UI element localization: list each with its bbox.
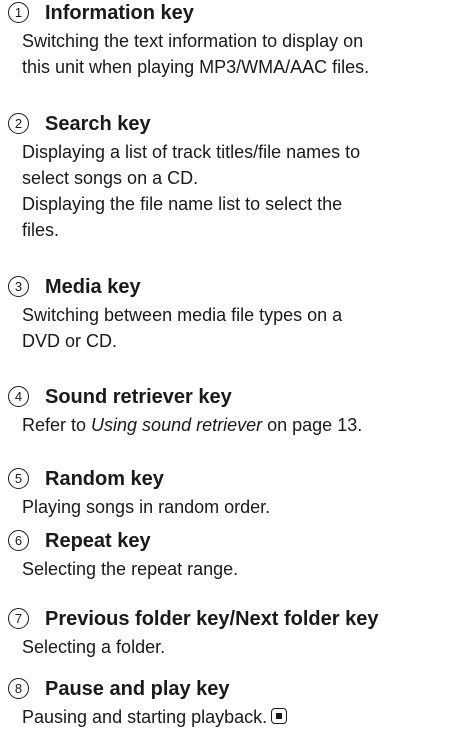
item-description-line: Switching between media file types on a bbox=[22, 305, 343, 325]
item-title: Repeat key bbox=[45, 530, 151, 552]
item-number-badge: 6 bbox=[8, 530, 29, 551]
item-description-line: this unit when playing MP3/WMA/AAC files… bbox=[22, 57, 370, 77]
item-description-line: Selecting the repeat range. bbox=[22, 559, 239, 579]
item-number-badge: 4 bbox=[8, 386, 29, 407]
item-number-badge: 2 bbox=[8, 113, 29, 134]
item-description-line: Displaying the file name list to select … bbox=[22, 194, 343, 214]
item-description-line: Displaying a list of track titles/file n… bbox=[22, 142, 361, 162]
item-number-badge: 3 bbox=[8, 276, 29, 297]
item-description-line: Pausing and starting playback. bbox=[22, 704, 459, 730]
list-item-folder-key: 7 Previous folder key/Next folder key Se… bbox=[0, 606, 459, 660]
reference-suffix: on page 13. bbox=[262, 415, 363, 435]
list-item-media-key: 3 Media key Switching between media file… bbox=[0, 274, 459, 354]
list-item-sound-retriever-key: 4 Sound retriever key Refer to Using sou… bbox=[0, 384, 459, 438]
list-item-information-key: 1 Information key Switching the text inf… bbox=[0, 0, 459, 80]
item-title: Information key bbox=[45, 2, 194, 24]
list-item-search-key: 2 Search key Displaying a list of track … bbox=[0, 111, 459, 243]
end-of-section-icon bbox=[271, 708, 288, 724]
list-item-pause-play-key: 8 Pause and play key Pausing and startin… bbox=[0, 676, 459, 730]
item-title: Random key bbox=[45, 468, 164, 490]
item-description-line: files. bbox=[22, 220, 60, 240]
item-title: Search key bbox=[45, 113, 151, 135]
key-descriptions: 1 Information key Switching the text inf… bbox=[0, 0, 459, 730]
item-number-badge: 1 bbox=[8, 2, 29, 23]
item-number-badge: 5 bbox=[8, 468, 29, 489]
item-title: Sound retriever key bbox=[45, 386, 232, 408]
reference-prefix: Refer to bbox=[22, 415, 92, 435]
reference-link-title[interactable]: Using sound retriever bbox=[91, 415, 262, 435]
item-description-line: Refer to Using sound retriever on page 1… bbox=[22, 412, 459, 438]
item-description-line: DVD or CD. bbox=[22, 331, 118, 351]
item-description-line: Switching the text information to displa… bbox=[22, 31, 364, 51]
item-title: Pause and play key bbox=[45, 678, 230, 700]
item-number-badge: 7 bbox=[8, 608, 29, 629]
item-description-line: select songs on a CD. bbox=[22, 168, 199, 188]
item-title: Previous folder key/Next folder key bbox=[45, 608, 379, 630]
list-item-repeat-key: 6 Repeat key Selecting the repeat range. bbox=[0, 528, 459, 582]
item-description-line: Playing songs in random order. bbox=[22, 497, 271, 517]
item-number-badge: 8 bbox=[8, 678, 29, 699]
item-title: Media key bbox=[45, 276, 141, 298]
item-description-line: Selecting a folder. bbox=[22, 637, 166, 657]
list-item-random-key: 5 Random key Playing songs in random ord… bbox=[0, 466, 459, 520]
item-description-text: Pausing and starting playback. bbox=[22, 707, 268, 727]
